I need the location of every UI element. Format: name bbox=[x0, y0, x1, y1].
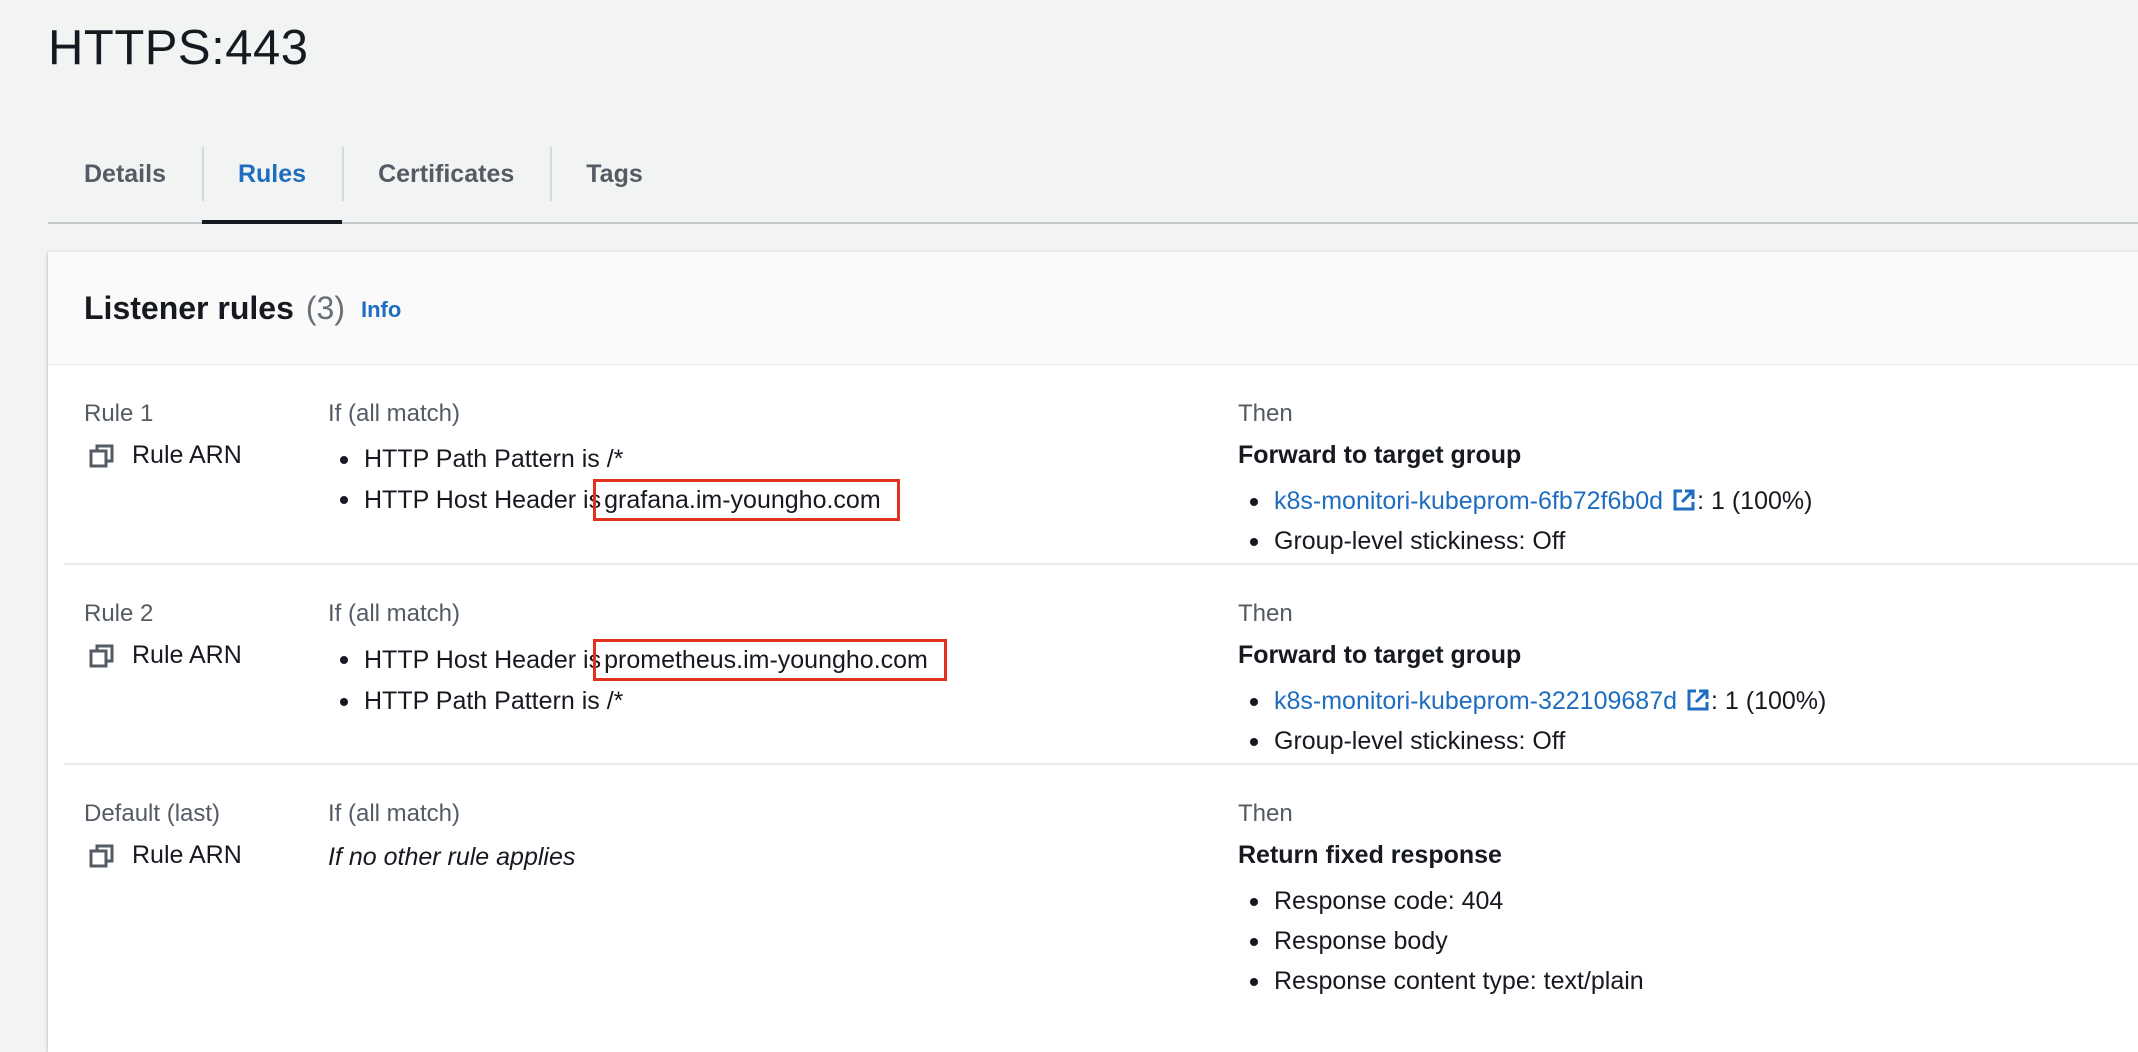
rule-name-column: Rule 1 Rule ARN bbox=[84, 399, 242, 470]
rule-name: Rule 1 bbox=[84, 400, 154, 427]
action-details-list: k8s-monitori-kubeprom-6fb72f6b0d : 1 (100… bbox=[1238, 481, 1812, 561]
info-link[interactable]: Info bbox=[361, 297, 401, 323]
page-title: HTTPS:443 bbox=[48, 21, 309, 75]
target-group-name: k8s-monitori-kubeprom-322109687d bbox=[1274, 687, 1678, 715]
condition-item: HTTP Host Header is prometheus.im-youngho… bbox=[328, 639, 947, 681]
highlighted-host: prometheus.im-youngho.com bbox=[593, 639, 947, 681]
rule-name: Default (last) bbox=[84, 800, 221, 827]
rule-row: Rule 2 Rule ARN If (all match) HTTP Host… bbox=[64, 565, 2138, 765]
listener-rules-count: (3) bbox=[305, 289, 345, 326]
rule-arn-label: Rule ARN bbox=[132, 641, 242, 669]
stickiness-item: Group-level stickiness: Off bbox=[1238, 521, 1812, 561]
rule-name: Rule 2 bbox=[84, 600, 154, 627]
external-link-icon bbox=[1687, 689, 1709, 711]
condition-item: HTTP Path Pattern is /* bbox=[328, 681, 947, 721]
rule-action-column: Then Return fixed response Response code… bbox=[1238, 799, 1644, 1001]
condition-text: HTTP Path Pattern is /* bbox=[364, 687, 624, 715]
response-body-item: Response body bbox=[1238, 921, 1644, 961]
tab-tags[interactable]: Tags bbox=[550, 144, 679, 204]
tab-rules[interactable]: Rules bbox=[201, 144, 343, 224]
response-content-type-item: Response content type: text/plain bbox=[1238, 961, 1644, 1001]
copy-rule-arn-button[interactable]: Rule ARN bbox=[84, 441, 242, 470]
then-label: Then bbox=[1238, 400, 1293, 427]
target-group-name: k8s-monitori-kubeprom-6fb72f6b0d bbox=[1274, 487, 1664, 515]
target-group-item: k8s-monitori-kubeprom-6fb72f6b0d : 1 (100… bbox=[1238, 481, 1812, 521]
tab-certificates[interactable]: Certificates bbox=[342, 144, 550, 204]
copy-icon bbox=[89, 644, 114, 667]
action-title: Forward to target group bbox=[1238, 441, 1522, 469]
target-group-link[interactable]: k8s-monitori-kubeprom-322109687d bbox=[1274, 687, 1711, 715]
default-condition: If no other rule applies bbox=[328, 843, 576, 871]
if-label: If (all match) bbox=[328, 400, 461, 427]
external-link-icon bbox=[1673, 489, 1695, 511]
action-details-list: k8s-monitori-kubeprom-322109687d : 1 (100… bbox=[1238, 681, 1826, 761]
response-code-item: Response code: 404 bbox=[1238, 881, 1644, 921]
rule-arn-label: Rule ARN bbox=[132, 441, 242, 469]
tab-details[interactable]: Details bbox=[48, 144, 202, 204]
listener-rules-header: Listener rules (3) Info bbox=[48, 252, 2138, 365]
rule-conditions-column: If (all match) If no other rule applies bbox=[328, 799, 575, 873]
conditions-list: HTTP Host Header is prometheus.im-youngho… bbox=[328, 639, 947, 721]
rule-conditions-column: If (all match) HTTP Host Header is promet… bbox=[328, 599, 947, 721]
if-label: If (all match) bbox=[328, 600, 461, 627]
if-label: If (all match) bbox=[328, 800, 461, 827]
rule-name-column: Default (last) Rule ARN bbox=[84, 799, 242, 870]
target-weight: : 1 (100%) bbox=[1697, 487, 1813, 515]
copy-rule-arn-button[interactable]: Rule ARN bbox=[84, 841, 242, 870]
conditions-list: HTTP Path Pattern is /* HTTP Host Header… bbox=[328, 439, 900, 521]
action-title: Forward to target group bbox=[1238, 641, 1522, 669]
rule-name-column: Rule 2 Rule ARN bbox=[84, 599, 242, 670]
then-label: Then bbox=[1238, 800, 1293, 827]
condition-prefix: HTTP Host Header is bbox=[364, 486, 602, 514]
rule-row: Rule 1 Rule ARN If (all match) HTTP Path… bbox=[64, 365, 2138, 565]
rule-row: Default (last) Rule ARN If (all match) I… bbox=[64, 765, 2138, 995]
listener-rules-container: Listener rules (3) Info Rule 1 Rule ARN … bbox=[48, 252, 2138, 1052]
condition-prefix: HTTP Host Header is bbox=[364, 646, 602, 674]
rule-action-column: Then Forward to target group k8s-monitor… bbox=[1238, 399, 1812, 561]
target-group-link[interactable]: k8s-monitori-kubeprom-6fb72f6b0d bbox=[1274, 487, 1697, 515]
target-weight: : 1 (100%) bbox=[1711, 687, 1827, 715]
listener-rules-title: Listener rules bbox=[84, 289, 294, 326]
highlighted-host: grafana.im-youngho.com bbox=[593, 479, 900, 521]
condition-item: HTTP Host Header is grafana.im-youngho.co… bbox=[328, 479, 900, 521]
condition-item: HTTP Path Pattern is /* bbox=[328, 439, 900, 479]
condition-text: HTTP Path Pattern is /* bbox=[364, 445, 624, 473]
action-title: Return fixed response bbox=[1238, 841, 1502, 869]
action-details-list: Response code: 404 Response body Respons… bbox=[1238, 881, 1644, 1001]
copy-rule-arn-button[interactable]: Rule ARN bbox=[84, 641, 242, 670]
rule-arn-label: Rule ARN bbox=[132, 841, 242, 869]
stickiness-item: Group-level stickiness: Off bbox=[1238, 721, 1826, 761]
rule-conditions-column: If (all match) HTTP Path Pattern is /* H… bbox=[328, 399, 900, 521]
tab-bar: Details Rules Certificates Tags bbox=[48, 142, 2138, 224]
rule-action-column: Then Forward to target group k8s-monitor… bbox=[1238, 599, 1826, 761]
target-group-item: k8s-monitori-kubeprom-322109687d : 1 (100… bbox=[1238, 681, 1826, 721]
then-label: Then bbox=[1238, 600, 1293, 627]
copy-icon bbox=[89, 444, 114, 467]
copy-icon bbox=[89, 844, 114, 867]
